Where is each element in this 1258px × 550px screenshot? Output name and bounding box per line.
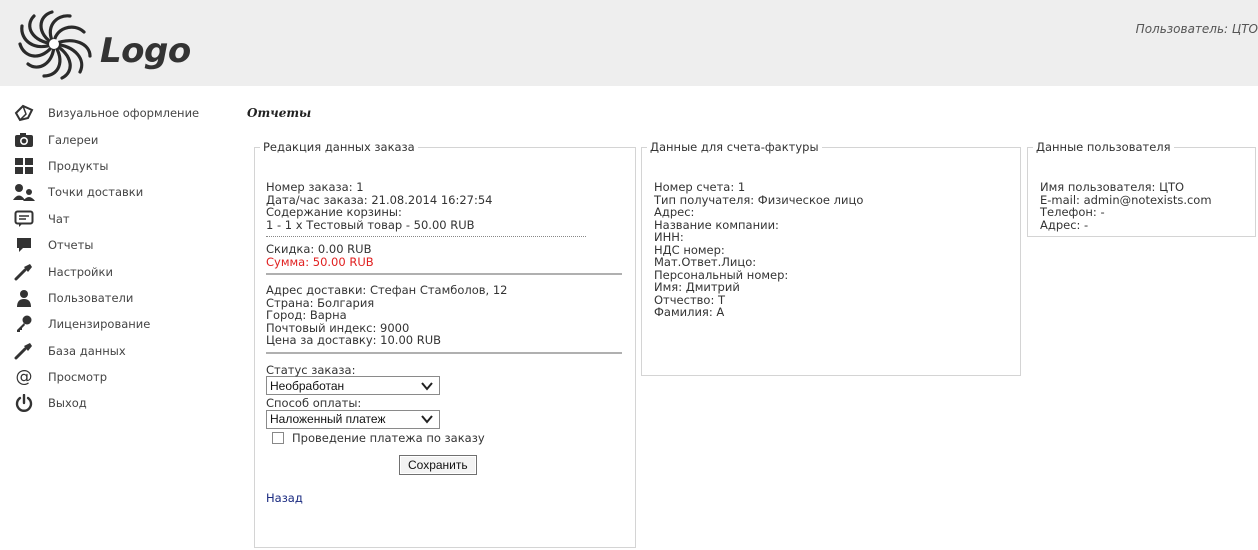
user-info: Пользователь: ЦТО [1135,22,1258,36]
invoice-line: ИНН: [654,230,684,244]
order-panel-legend: Редакция данных заказа [263,140,415,154]
status-select-value: Необработан [270,378,345,393]
sidebar-item-preview[interactable]: @ Просмотр [12,364,199,390]
payment-label: Способ оплаты: [266,396,362,410]
delivery-icon [12,182,36,202]
payment-select-value: Наложенный платеж [270,412,386,426]
products-icon [12,156,36,176]
payment-checkbox-row[interactable]: Проведение платежа по заказу [272,430,626,445]
order-total: Сумма: 50.00 RUB [266,254,374,269]
payment-checkbox[interactable] [272,431,284,444]
back-link[interactable]: Назад [266,491,626,505]
payment-checkbox-label: Проведение платежа по заказу [292,430,485,445]
wrench-icon [12,262,36,282]
delivery-address: Адрес доставки: Стефан Стамболов, 12 [266,283,508,297]
chevron-down-icon [421,381,433,391]
invoice-panel-legend: Данные для счета-фактуры [650,140,819,154]
logo-swirl-icon [18,10,92,80]
sidebar-item-visual[interactable]: Визуальное оформление [12,100,199,126]
invoice-line: Имя: Дмитрий [654,280,740,294]
order-discount: Скидка: 0.00 RUB [266,242,372,256]
invoice-line: Адрес: [654,205,695,219]
user-data-panel: Данные пользователя Имя пользователя: ЦТ… [1027,140,1256,237]
key-icon [12,314,36,334]
delivery-price: Цена за доставку: 10.00 RUB [266,333,442,347]
sidebar-item-licensing[interactable]: Лицензирование [12,311,199,337]
power-icon [12,393,36,413]
divider [266,351,622,354]
sidebar-menu: Визуальное оформление Галереи Продукты Т… [12,100,199,417]
cart-label: Содержание корзины: [266,205,402,219]
delivery-city: Город: Варна [266,308,347,322]
sidebar-item-label: Отчеты [48,238,94,253]
user-line: Имя пользователя: ЦТО [1040,180,1185,194]
sidebar-item-galleries[interactable]: Галереи [12,126,199,152]
sidebar-item-label: Продукты [48,158,109,173]
logo[interactable]: Logo [14,8,191,80]
reports-icon [12,235,36,255]
sidebar-item-users[interactable]: Пользователи [12,285,199,311]
order-edit-panel: Редакция данных заказа Номер заказа: 1 Д… [254,140,636,548]
chat-icon [12,209,36,229]
payment-select[interactable]: Наложенный платеж [266,409,440,429]
palette-icon [12,103,36,123]
status-select[interactable]: Необработан [266,376,440,395]
dotted-divider [266,236,586,237]
invoice-panel: Данные для счета-фактуры Номер счета: 1 … [641,140,1021,376]
user-panel-legend: Данные пользователя [1036,140,1171,154]
wrench-icon [12,341,36,361]
sidebar-item-label: Выход [48,396,87,411]
save-button[interactable]: Сохранить [399,455,477,475]
chevron-down-icon [421,415,433,424]
sidebar-item-delivery[interactable]: Точки доставки [12,179,199,205]
sidebar-item-label: Пользователи [48,290,134,305]
camera-icon [12,130,36,150]
sidebar-item-label: Настройки [48,264,113,279]
sidebar-item-chat[interactable]: Чат [12,206,199,232]
sidebar-item-database[interactable]: База данных [12,338,199,364]
cart-item: 1 - 1 x Тестовый товар - 50.00 RUB [266,217,475,232]
user-line: Адрес: - [1040,217,1089,232]
sidebar-item-label: Лицензирование [48,317,151,332]
sidebar-item-products[interactable]: Продукты [12,153,199,179]
invoice-line: Мат.Ответ.Лицо: [654,255,757,269]
sidebar-item-label: База данных [48,343,126,358]
at-icon: @ [15,367,33,388]
invoice-line: Фамилия: А [654,305,725,319]
user-icon [12,288,36,308]
sidebar-item-reports[interactable]: Отчеты [12,232,199,258]
page-title: Отчеты [247,106,312,120]
sidebar-item-label: Визуальное оформление [48,106,200,121]
header: Logo Пользователь: ЦТО [0,0,1258,86]
sidebar-item-label: Просмотр [48,370,108,385]
sidebar-item-label: Точки доставки [48,185,144,200]
logo-text: Logo [100,31,191,71]
sidebar-item-label: Чат [48,211,70,226]
status-label: Статус заказа: [266,362,356,377]
invoice-line: Название компании: [654,217,779,232]
order-number: Номер заказа: 1 [266,180,364,194]
sidebar-item-logout[interactable]: Выход [12,390,199,416]
sidebar-item-settings[interactable]: Настройки [12,258,199,284]
divider [266,273,622,275]
user-line: Телефон: - [1040,205,1105,219]
sidebar-item-label: Галереи [48,132,99,147]
invoice-line: Номер счета: 1 [654,180,746,194]
